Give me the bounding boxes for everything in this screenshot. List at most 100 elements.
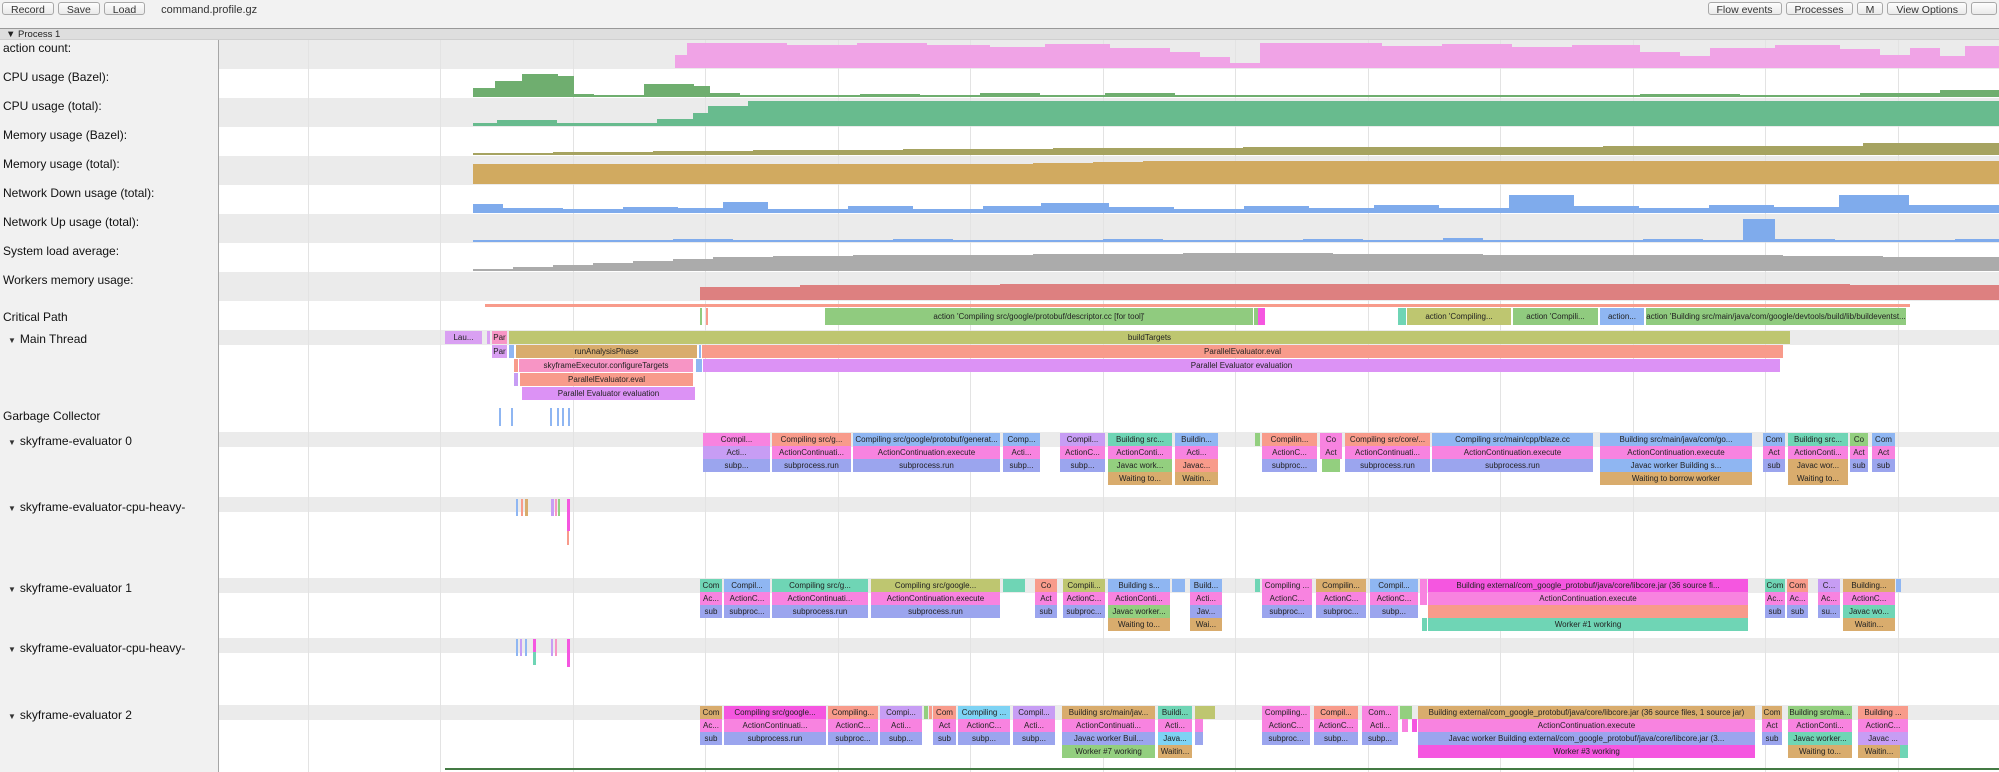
timeline-bar[interactable]: subp... [1362, 732, 1398, 745]
timeline-bar[interactable]: sub [700, 732, 722, 745]
timeline-bar[interactable]: Acti... [1175, 446, 1218, 459]
timeline-bar[interactable]: Act [1850, 446, 1868, 459]
timeline-bar[interactable]: ActionConti... [1108, 446, 1172, 459]
event-tick[interactable] [555, 639, 557, 656]
timeline-bar[interactable]: Buildin... [1175, 433, 1218, 446]
event-tick[interactable] [521, 499, 523, 516]
timeline-bar[interactable]: ActionConti... [1788, 446, 1848, 459]
timeline-bar[interactable]: Javac wor... [1788, 459, 1848, 472]
timeline-bar[interactable]: subp... [1370, 605, 1418, 618]
timeline-bar[interactable]: Building src/main/jav... [1062, 706, 1155, 719]
save-button[interactable]: Save [58, 2, 100, 15]
metrics-button[interactable]: M [1857, 2, 1884, 15]
collapse-arrow-icon[interactable]: ▼ [8, 585, 16, 594]
timeline-bar[interactable] [1322, 459, 1340, 472]
timeline-bar[interactable]: ActionC... [1314, 719, 1358, 732]
track-label[interactable]: ▼skyframe-evaluator 1 [8, 581, 132, 595]
track-label[interactable]: ▼skyframe-evaluator-cpu-heavy- [8, 500, 185, 514]
collapse-arrow-icon[interactable]: ▼ [8, 438, 16, 447]
timeline-bar[interactable] [1420, 592, 1427, 605]
timeline-bar[interactable] [1402, 719, 1408, 732]
timeline-bar[interactable]: Act [1762, 719, 1782, 732]
timeline-bar[interactable]: Waitin... [1158, 745, 1192, 758]
timeline-bar[interactable]: Waitin... [1175, 472, 1218, 485]
timeline-bar[interactable]: Acti... [880, 719, 922, 732]
timeline-bar[interactable]: sub [1765, 605, 1785, 618]
timeline-bar[interactable]: ActionConti... [1108, 592, 1170, 605]
timeline-bar[interactable]: Compiling src/google... [871, 579, 1000, 592]
timeline-chart[interactable]: action 'Compiling src/google/protobuf/de… [0, 0, 1999, 772]
timeline-bar[interactable]: Compiling... [828, 706, 878, 719]
timeline-bar[interactable]: subproc... [1262, 459, 1317, 472]
timeline-bar[interactable] [699, 345, 701, 358]
timeline-bar[interactable]: Javac worker Buil... [1062, 732, 1155, 745]
timeline-bar[interactable]: Com [1762, 706, 1782, 719]
timeline-bar[interactable]: Co [1035, 579, 1057, 592]
timeline-bar[interactable]: ActionC... [1843, 592, 1895, 605]
timeline-bar[interactable] [487, 331, 490, 344]
process-header[interactable]: ▼ Process 1 [0, 28, 1999, 40]
timeline-bar[interactable]: Compil... [1060, 433, 1105, 446]
track-label[interactable]: ▼skyframe-evaluator-cpu-heavy- [8, 641, 185, 655]
event-tick[interactable] [516, 499, 518, 516]
timeline-bar[interactable]: Javac worker Building external/com_googl… [1418, 732, 1755, 745]
timeline-bar[interactable]: ParallelEvaluator.eval [702, 345, 1783, 358]
timeline-bar[interactable]: Javac work... [1108, 459, 1172, 472]
timeline-bar[interactable]: Java... [1158, 732, 1192, 745]
event-tick[interactable] [568, 408, 570, 426]
critical-path-bar[interactable]: action 'Compiling... [1407, 308, 1511, 325]
timeline-bar[interactable]: Com [1787, 579, 1808, 592]
timeline-bar[interactable]: Compiling src/core/... [1345, 433, 1430, 446]
timeline-bar[interactable]: Compiling src/google/protobuf/generat... [853, 433, 1000, 446]
timeline-bar[interactable]: sub [1035, 605, 1057, 618]
timeline-bar[interactable]: subp... [1003, 459, 1040, 472]
collapse-arrow-icon[interactable]: ▼ [8, 645, 16, 654]
timeline-bar[interactable]: Javac ... [1858, 732, 1908, 745]
timeline-bar[interactable]: Building... [1843, 579, 1895, 592]
event-tick[interactable] [533, 639, 536, 652]
timeline-bar[interactable]: Compil... [1013, 706, 1055, 719]
timeline-bar[interactable]: Waiting to... [1788, 472, 1848, 485]
timeline-bar[interactable]: Worker #3 working [1418, 745, 1755, 758]
timeline-bar[interactable]: Acti... [1190, 592, 1222, 605]
event-tick[interactable] [525, 639, 527, 656]
timeline-bar[interactable]: Building src... [1788, 433, 1848, 446]
timeline-bar[interactable] [1255, 579, 1260, 592]
timeline-bar[interactable]: Javac wo... [1843, 605, 1895, 618]
timeline-bar[interactable] [1420, 579, 1427, 592]
timeline-bar[interactable]: Acti... [1158, 719, 1192, 732]
event-tick[interactable] [550, 408, 552, 426]
event-tick[interactable] [499, 408, 501, 426]
event-tick[interactable] [551, 499, 554, 516]
timeline-bar[interactable]: ActionC... [1262, 592, 1312, 605]
timeline-bar[interactable]: Compiling src/google... [724, 706, 826, 719]
timeline-bar[interactable]: Com [700, 579, 722, 592]
timeline-bar[interactable] [1896, 579, 1901, 592]
event-tick[interactable] [567, 639, 570, 667]
timeline-bar[interactable]: Worker #1 working [1428, 618, 1748, 631]
timeline-bar[interactable]: runAnalysisPhase [516, 345, 697, 358]
timeline-bar[interactable]: Ac... [1765, 592, 1785, 605]
collapse-arrow-icon[interactable]: ▼ [8, 336, 16, 345]
partial-button[interactable] [1971, 2, 1997, 15]
critical-path-bar[interactable]: action 'Compili... [1513, 308, 1598, 325]
timeline-bar[interactable]: Waitin... [1858, 745, 1900, 758]
timeline-bar[interactable] [1428, 605, 1748, 618]
event-tick[interactable] [558, 499, 560, 516]
timeline-bar[interactable]: ActionConti... [1788, 719, 1852, 732]
timeline-bar[interactable]: subproc... [828, 732, 878, 745]
timeline-bar[interactable]: Building s... [1108, 579, 1170, 592]
event-tick[interactable] [533, 652, 536, 665]
timeline-bar[interactable]: ActionC... [1060, 446, 1105, 459]
timeline-bar[interactable]: Act [1320, 446, 1342, 459]
critical-path-bar[interactable] [1398, 308, 1406, 325]
timeline-bar[interactable]: sub [1763, 459, 1785, 472]
timeline-bar[interactable]: Par [492, 345, 507, 358]
timeline-bar[interactable]: Com [1872, 433, 1895, 446]
timeline-bar[interactable]: subprocess.run [1432, 459, 1593, 472]
timeline-bar[interactable]: Compiling... [1262, 706, 1310, 719]
timeline-bar[interactable] [514, 359, 518, 372]
timeline-bar[interactable]: sub [933, 732, 956, 745]
critical-path-bar[interactable]: action 'Building src/main/java/com/googl… [1646, 308, 1906, 325]
timeline-bar[interactable]: subp... [1013, 732, 1055, 745]
